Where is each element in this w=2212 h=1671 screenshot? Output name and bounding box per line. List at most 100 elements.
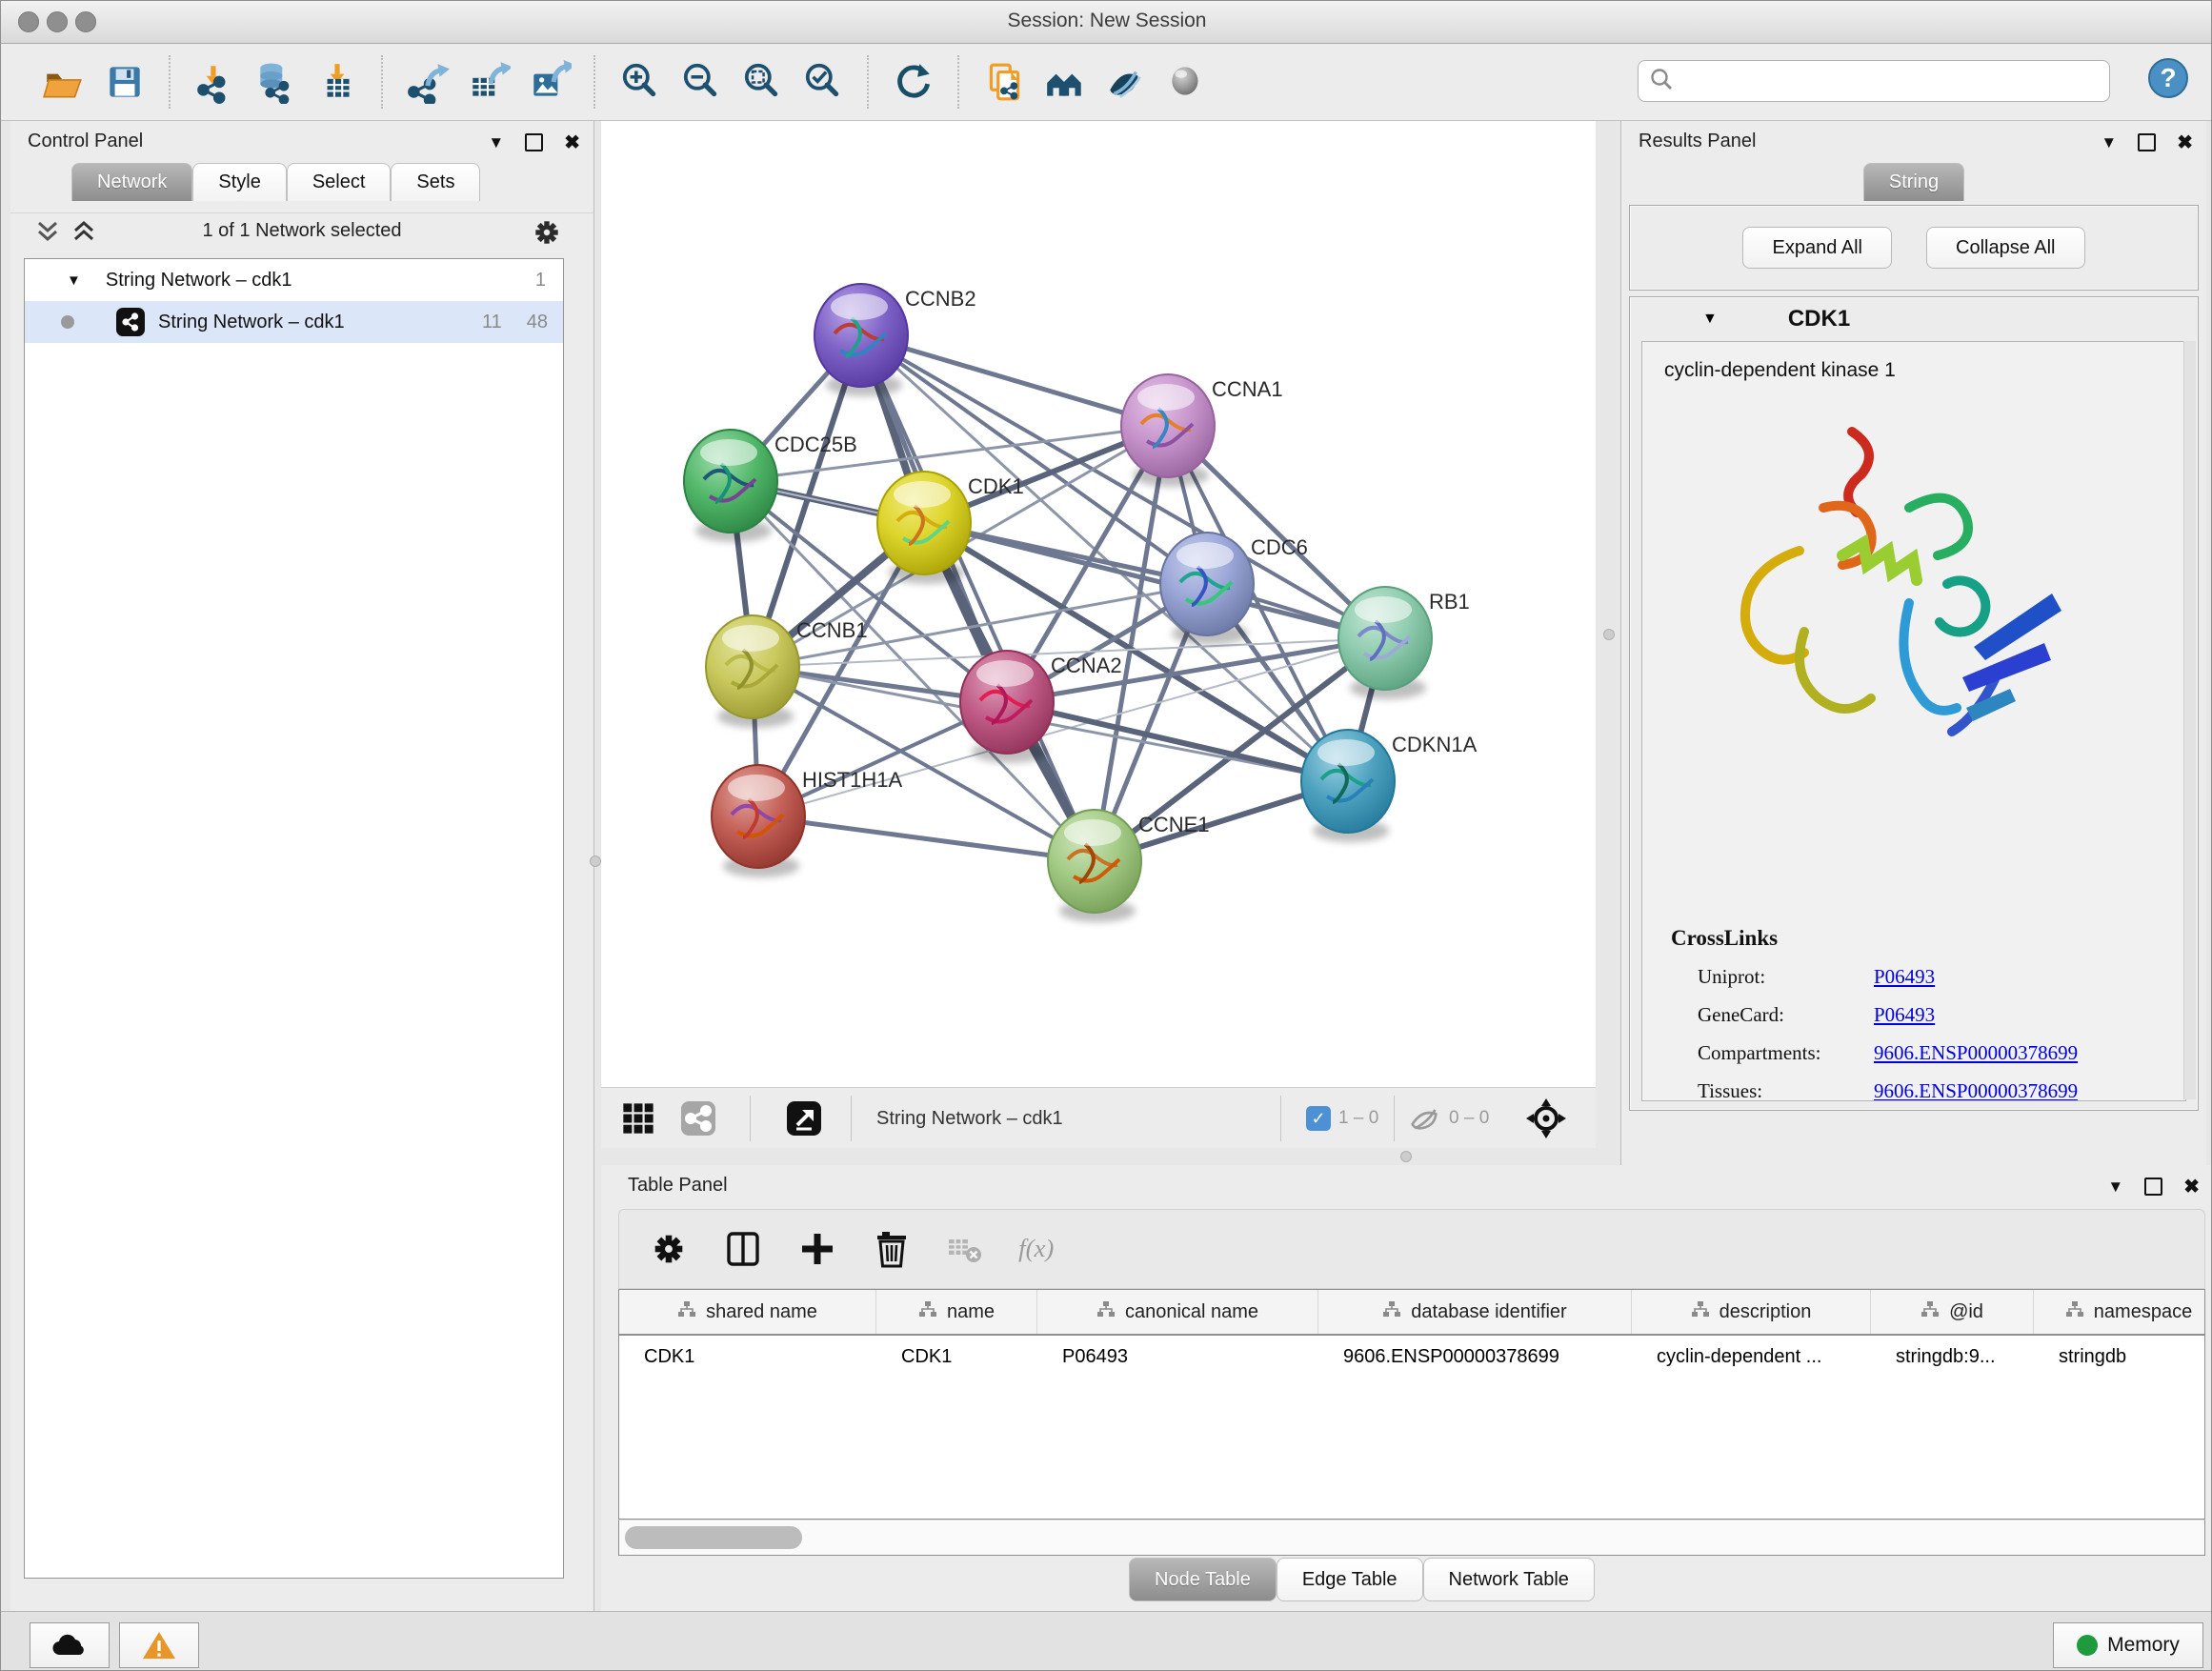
crosslink-label: Tissues: <box>1698 1079 1874 1101</box>
control-panel-close-icon[interactable]: ✖ <box>564 131 580 154</box>
gene-collapse-icon[interactable]: ▼ <box>1702 311 1718 328</box>
table-cell[interactable]: CDK1 <box>619 1336 876 1378</box>
network-node-CCNA1[interactable]: CCNA1 <box>1121 374 1283 487</box>
network-node-CDC25B[interactable]: CDC25B <box>684 430 857 542</box>
edge-HIST1H1A-CCNE1[interactable] <box>758 816 1095 861</box>
control-panel-collapse-icon[interactable]: ▼ <box>488 133 504 152</box>
export-image-icon[interactable] <box>519 51 580 112</box>
table-toolbar: f(x) <box>618 1209 2205 1289</box>
collapse-all-button[interactable]: Collapse All <box>1926 227 2085 269</box>
warnings-button[interactable] <box>119 1622 199 1668</box>
results-scrollbar[interactable] <box>2183 341 2196 1099</box>
tab-node-table[interactable]: Node Table <box>1129 1558 1277 1601</box>
column-header-namespace[interactable]: namespace <box>2034 1290 2205 1334</box>
crosslink-link[interactable]: 9606.ENSP00000378699 <box>1874 1079 2078 1101</box>
zoom-in-icon[interactable] <box>610 51 671 112</box>
table-gear-icon[interactable] <box>644 1224 694 1274</box>
crosslink-link[interactable]: 9606.ENSP00000378699 <box>1874 1041 2078 1065</box>
export-network-icon[interactable] <box>397 51 458 112</box>
network-tree-root-row[interactable]: ▼ String Network – cdk1 1 <box>25 259 563 301</box>
tab-network[interactable]: Network <box>71 163 192 201</box>
save-session-icon[interactable] <box>94 51 155 112</box>
tab-edge-table[interactable]: Edge Table <box>1277 1558 1423 1601</box>
import-database-icon[interactable] <box>246 51 307 112</box>
hidden-eye-slash-icon[interactable] <box>1407 1102 1441 1136</box>
table-horizontal-scrollbar[interactable] <box>618 1520 2205 1556</box>
refresh-icon[interactable] <box>883 51 944 112</box>
network-node-RB1[interactable]: RB1 <box>1338 587 1470 699</box>
column-header-canonical-name[interactable]: canonical name <box>1037 1290 1318 1334</box>
zoom-fit-icon[interactable] <box>732 51 793 112</box>
column-header-@id[interactable]: @id <box>1871 1290 2034 1334</box>
network-node-CCNE1[interactable]: CCNE1 <box>1048 810 1210 922</box>
bottom-splitter-handle[interactable] <box>1400 1151 1412 1162</box>
import-network-icon[interactable] <box>185 51 246 112</box>
eye-slash-icon[interactable] <box>1096 51 1156 112</box>
grid-view-icon[interactable] <box>620 1088 656 1149</box>
duplicate-network-icon[interactable] <box>974 51 1035 112</box>
help-icon[interactable]: ? <box>2146 56 2190 105</box>
tree-collapse-icon[interactable]: ▼ <box>67 272 81 289</box>
network-node-CDC6[interactable]: CDC6 <box>1160 533 1308 645</box>
edge-CCNA2-CDKN1A[interactable] <box>1007 702 1348 781</box>
memory-button[interactable]: Memory <box>2053 1622 2203 1668</box>
tab-style[interactable]: Style <box>192 163 286 201</box>
houses-icon[interactable] <box>1035 51 1096 112</box>
delete-column-icon[interactable] <box>867 1224 916 1274</box>
column-header-description[interactable]: description <box>1632 1290 1871 1334</box>
network-canvas[interactable]: CCNB2 CCNA1 CDC25B CDK1 <box>601 121 1596 1087</box>
table-cell[interactable]: P06493 <box>1037 1336 1318 1378</box>
results-panel-float-icon[interactable] <box>2138 133 2156 151</box>
search-field[interactable] <box>1638 60 2110 102</box>
results-button-bar: Expand All Collapse All <box>1629 205 2199 291</box>
open-session-icon[interactable] <box>33 51 94 112</box>
import-table-icon[interactable] <box>307 51 368 112</box>
tab-network-table[interactable]: Network Table <box>1423 1558 1595 1601</box>
fit-selected-crosshair-icon[interactable] <box>1525 1088 1567 1149</box>
expand-all-button[interactable]: Expand All <box>1742 227 1892 269</box>
network-options-gear-icon[interactable] <box>530 215 564 254</box>
export-table-icon[interactable] <box>458 51 519 112</box>
right-splitter-handle[interactable] <box>1603 629 1615 640</box>
column-header-shared-name[interactable]: shared name <box>619 1290 876 1334</box>
string-share-icon[interactable] <box>680 1088 716 1149</box>
network-node-CCNA2[interactable]: CCNA2 <box>960 651 1122 763</box>
cloud-button[interactable] <box>30 1622 110 1668</box>
toolbar-separator <box>381 55 384 109</box>
table-cell[interactable]: cyclin-dependent ... <box>1632 1336 1871 1378</box>
control-panel-float-icon[interactable] <box>525 133 543 151</box>
edge-count: 48 <box>527 312 548 333</box>
tab-string[interactable]: String <box>1863 163 1964 201</box>
network-node-CCNB1[interactable]: CCNB1 <box>706 615 868 728</box>
left-splitter-handle[interactable] <box>590 856 601 867</box>
table-panel-close-icon[interactable]: ✖ <box>2183 1175 2200 1198</box>
table-cell[interactable]: CDK1 <box>876 1336 1037 1378</box>
eye-icon[interactable] <box>1156 51 1217 112</box>
table-cell[interactable]: stringdb <box>2034 1336 2205 1378</box>
crosslink-link[interactable]: P06493 <box>1874 965 1935 989</box>
network-node-CCNB2[interactable]: CCNB2 <box>814 284 976 396</box>
open-in-new-icon[interactable] <box>785 1088 823 1149</box>
table-cell[interactable]: 9606.ENSP00000378699 <box>1318 1336 1632 1378</box>
tab-sets[interactable]: Sets <box>391 163 480 201</box>
search-input[interactable] <box>1675 70 2109 92</box>
table-row[interactable]: CDK1CDK1P064939606.ENSP00000378699cyclin… <box>619 1336 2204 1378</box>
zoom-selected-icon[interactable] <box>793 51 854 112</box>
results-panel-collapse-icon[interactable]: ▼ <box>2101 133 2117 152</box>
table-cell[interactable]: stringdb:9... <box>1871 1336 2034 1378</box>
selected-checkbox-icon[interactable]: ✓ <box>1306 1106 1331 1131</box>
split-columns-icon[interactable] <box>718 1224 768 1274</box>
crosslink-link[interactable]: P06493 <box>1874 1003 1935 1027</box>
edge-CDK1-RB1[interactable] <box>924 523 1385 638</box>
add-column-icon[interactable] <box>793 1224 842 1274</box>
column-header-name[interactable]: name <box>876 1290 1037 1334</box>
table-panel-collapse-icon[interactable]: ▼ <box>2107 1178 2123 1197</box>
scrollbar-thumb[interactable] <box>625 1526 802 1549</box>
column-header-database-identifier[interactable]: database identifier <box>1318 1290 1632 1334</box>
table-panel-float-icon[interactable] <box>2144 1178 2162 1196</box>
zoom-out-icon[interactable] <box>671 51 732 112</box>
network-node-CDKN1A[interactable]: CDKN1A <box>1301 730 1478 842</box>
tab-select[interactable]: Select <box>287 163 392 201</box>
network-tree-child-row[interactable]: String Network – cdk1 11 48 <box>25 301 563 343</box>
results-panel-close-icon[interactable]: ✖ <box>2177 131 2193 154</box>
